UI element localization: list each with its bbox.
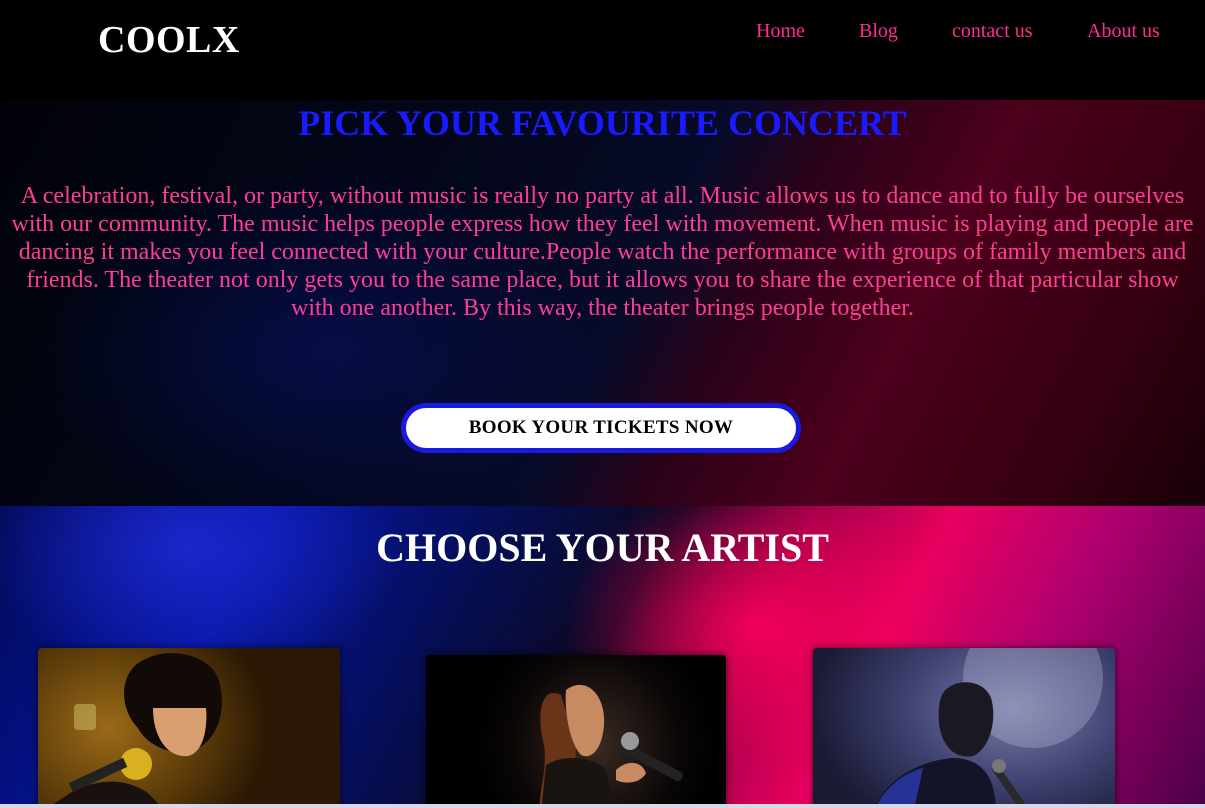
artist-photo-1: [47, 653, 222, 808]
nav-link-home[interactable]: Home: [756, 20, 805, 43]
hero-title: PICK YOUR FAVOURITE CONCERT: [298, 103, 907, 143]
brand-logo[interactable]: COOLX: [98, 18, 240, 62]
nav-link-blog[interactable]: Blog: [859, 20, 898, 43]
hero-description: A celebration, festival, or party, witho…: [11, 183, 1194, 321]
nav-link-about[interactable]: About us: [1087, 20, 1160, 43]
book-tickets-button[interactable]: BOOK YOUR TICKETS NOW: [401, 403, 801, 453]
navbar: COOLX Home Blog contact us About us: [0, 0, 1205, 100]
artist-photo-3: [875, 648, 1103, 808]
artist-card-2[interactable]: [426, 655, 726, 808]
page-bottom-divider: [0, 804, 1205, 808]
artists-section: CHOOSE YOUR ARTIST: [0, 506, 1205, 808]
nav-link-contact[interactable]: contact us: [952, 20, 1033, 43]
artist-card-3[interactable]: [813, 648, 1115, 808]
artist-card-1[interactable]: [38, 648, 340, 808]
hero-section: PICK YOUR FAVOURITE CONCERT A celebratio…: [0, 100, 1205, 506]
artists-title: CHOOSE YOUR ARTIST: [376, 525, 829, 570]
artist-photo-2: [539, 684, 683, 808]
